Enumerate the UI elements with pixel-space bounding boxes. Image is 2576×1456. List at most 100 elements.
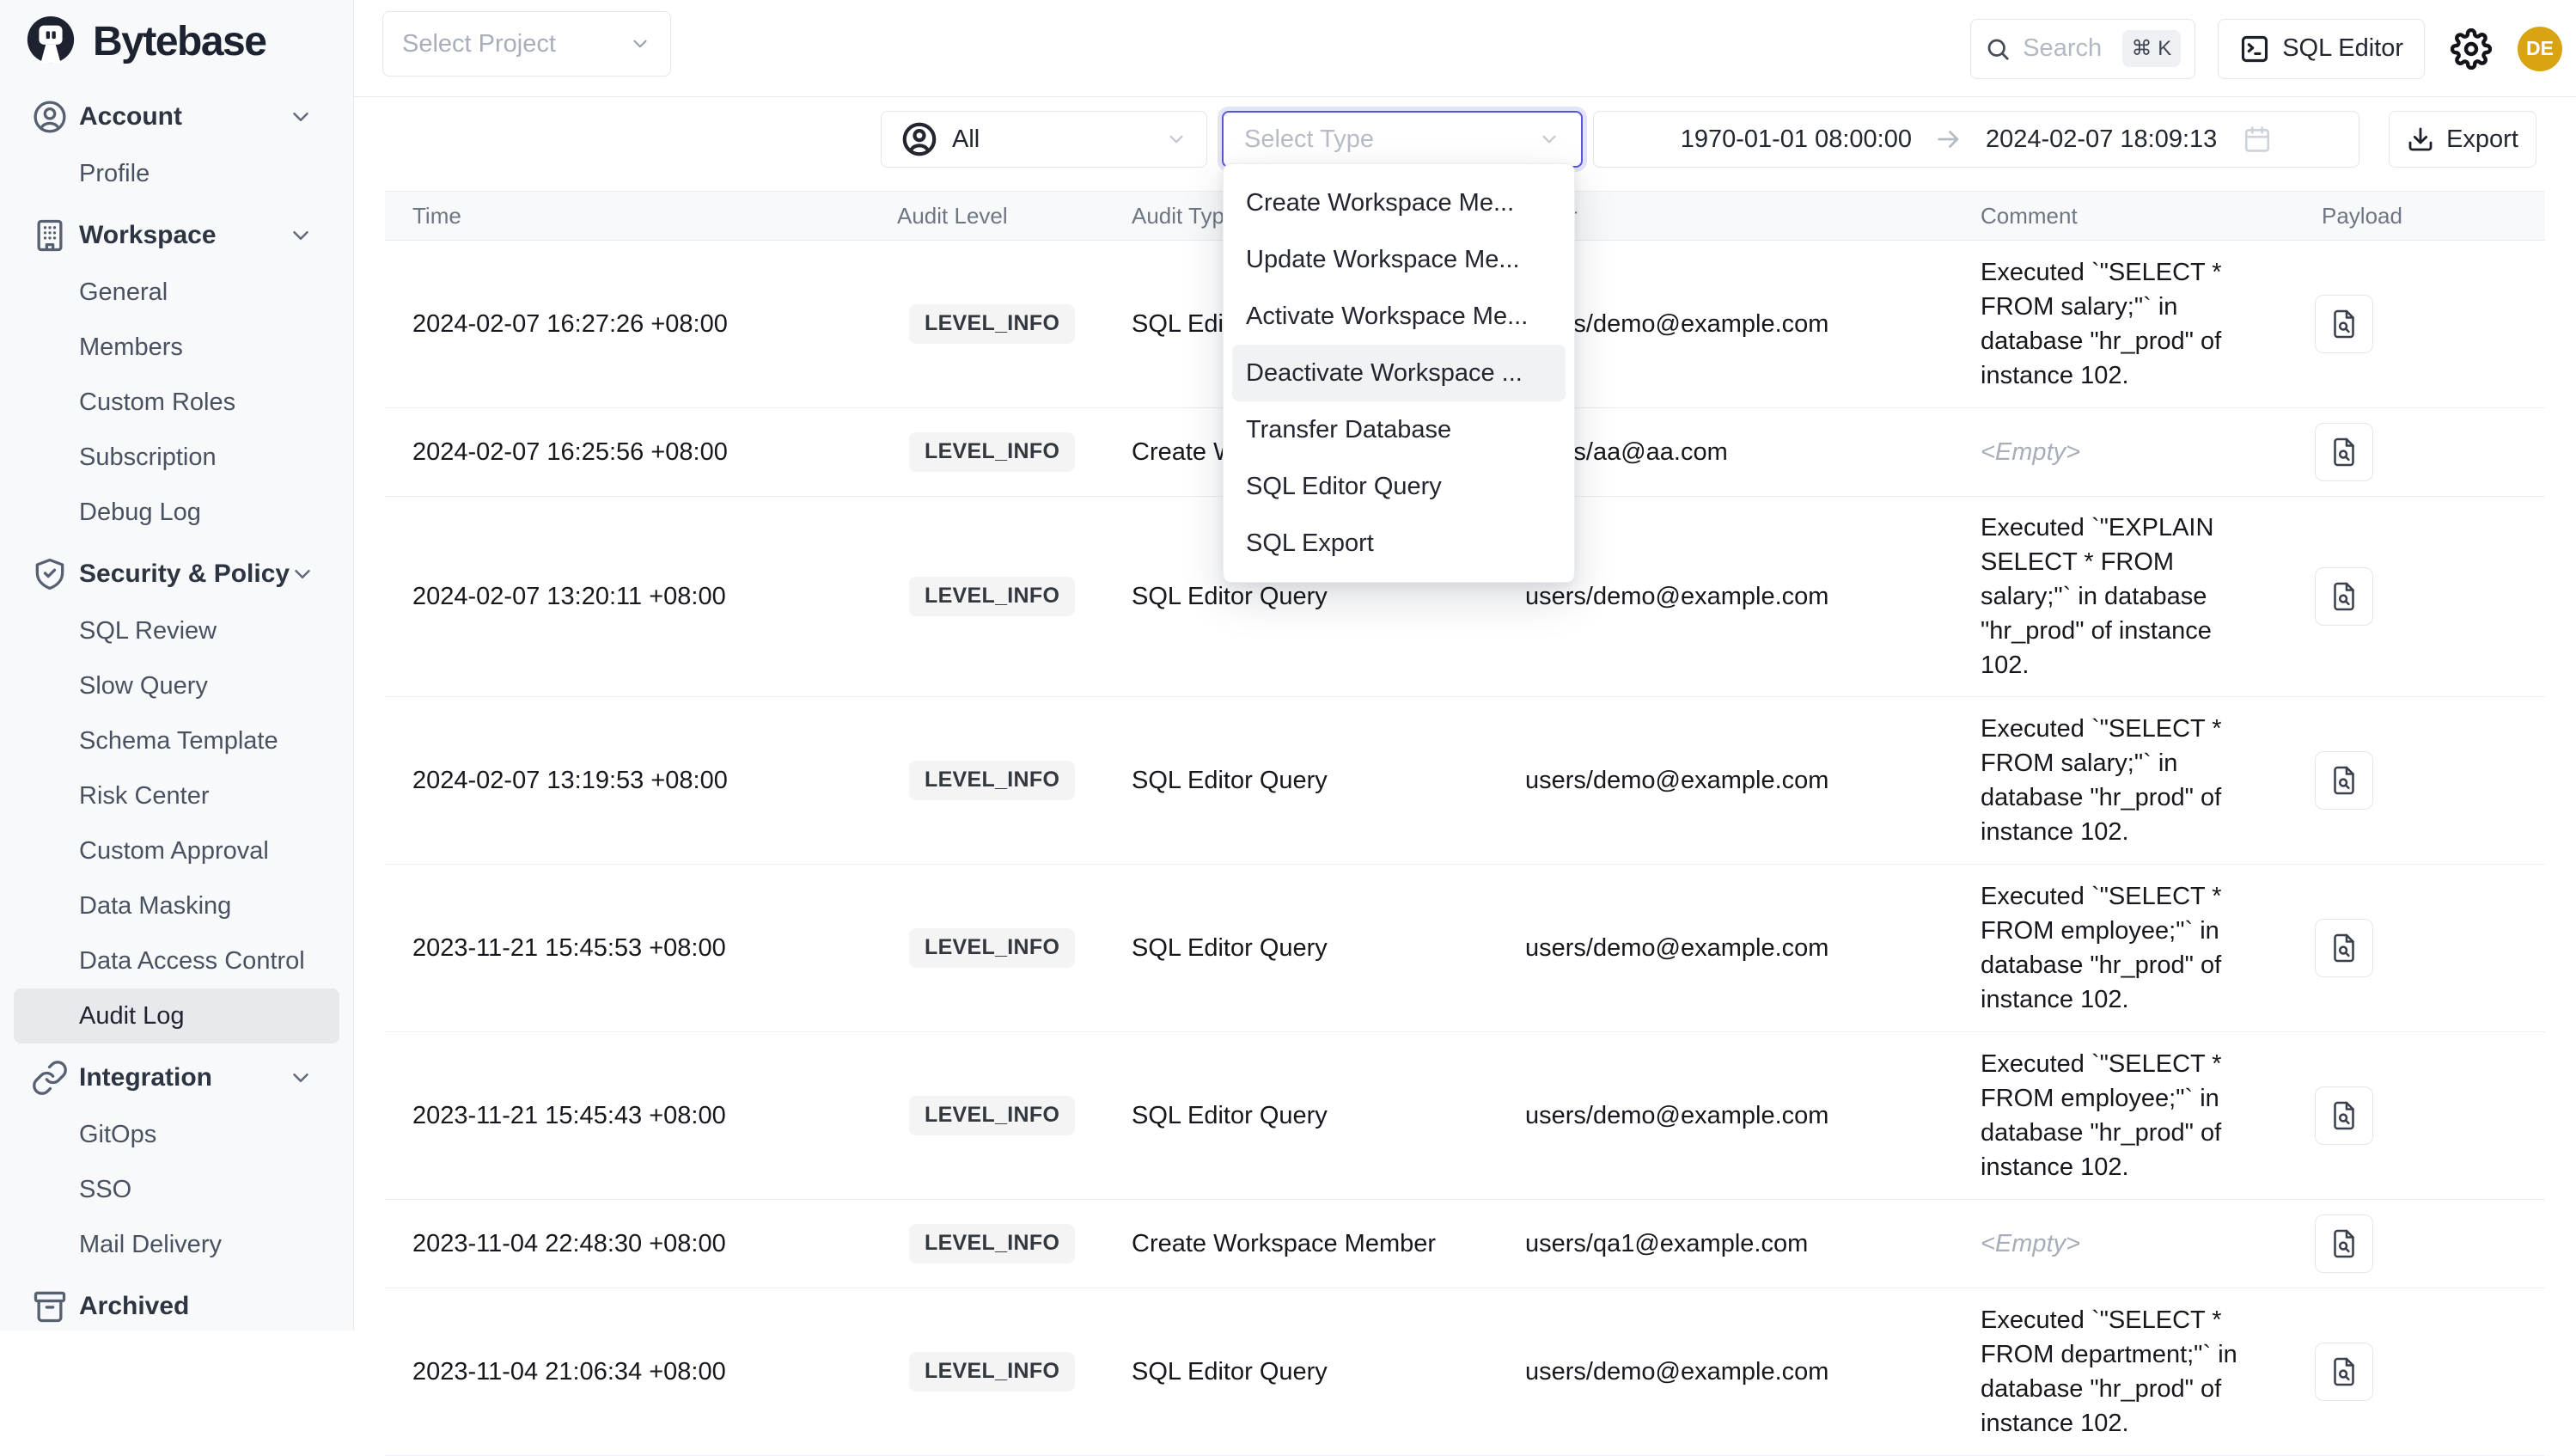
sidebar-section-security-policy[interactable]: Security & Policy	[14, 545, 339, 603]
main-area: Select Project Search ⌘ K SQL Editor DE …	[354, 0, 2576, 1331]
cell-comment: Executed `"SELECT * FROM salary;"` in da…	[1955, 698, 2283, 863]
dropdown-option-deactivate-workspace[interactable]: Deactivate Workspace ...	[1232, 345, 1566, 401]
chevron-down-icon	[1165, 128, 1187, 150]
sidebar-item-sql-review[interactable]: SQL Review	[14, 603, 339, 658]
sidebar-section-label: Integration	[79, 1063, 212, 1092]
sidebar-item-mail-delivery[interactable]: Mail Delivery	[14, 1217, 339, 1272]
cell-payload	[2283, 423, 2545, 481]
date-range-picker[interactable]: 1970-01-01 08:00:00 2024-02-07 18:09:13	[1593, 111, 2359, 168]
sidebar-item-label: Members	[79, 333, 183, 362]
sidebar-item-label: Audit Log	[79, 1002, 185, 1031]
cell-time: 2023-11-21 15:45:53 +08:00	[385, 934, 871, 963]
bytebase-logo[interactable]: Bytebase	[0, 0, 353, 83]
cell-actor: users/demo@example.com	[1501, 767, 1955, 795]
cell-audit-type: SQL Editor Query	[1106, 767, 1501, 795]
dropdown-option-sql-editor-query[interactable]: SQL Editor Query	[1232, 458, 1566, 515]
sql-editor-label: SQL Editor	[2282, 34, 2403, 63]
archive-icon	[31, 1288, 69, 1325]
cell-payload	[2283, 751, 2545, 810]
sidebar-item-label: Schema Template	[79, 727, 278, 756]
sidebar-item-label: Debug Log	[79, 499, 201, 527]
dropdown-option-update-workspace-me[interactable]: Update Workspace Me...	[1232, 231, 1566, 288]
sidebar-section-label: Archived	[79, 1292, 189, 1321]
cell-actor: users/demo@example.com	[1501, 583, 1955, 611]
sidebar-item-debug-log[interactable]: Debug Log	[14, 485, 339, 540]
type-filter-select[interactable]: Select Type	[1222, 111, 1583, 168]
view-payload-button[interactable]	[2315, 567, 2373, 626]
sidebar-item-data-access-control[interactable]: Data Access Control	[14, 933, 339, 988]
empty-placeholder: <Empty>	[1981, 1230, 2080, 1257]
view-payload-button[interactable]	[2315, 751, 2373, 810]
export-label: Export	[2446, 125, 2518, 154]
sidebar-item-label: Profile	[79, 160, 150, 188]
actor-filter-select[interactable]: All	[881, 111, 1207, 168]
file-search-icon	[2329, 1100, 2359, 1131]
cell-audit-level: LEVEL_INFO	[871, 1096, 1106, 1135]
sidebar-section-archived[interactable]: Archived	[14, 1277, 339, 1336]
sidebar-item-label: Data Access Control	[79, 947, 305, 976]
chevron-down-icon	[629, 33, 651, 55]
cell-comment: Executed `"SELECT * FROM salary;"` in da…	[1955, 242, 2283, 407]
sidebar-section-account[interactable]: Account	[14, 88, 339, 146]
cell-actor: users/demo@example.com	[1501, 1358, 1955, 1386]
project-select[interactable]: Select Project	[382, 11, 671, 76]
cell-payload	[2283, 295, 2545, 353]
brand-name: Bytebase	[93, 18, 266, 65]
sidebar-item-label: Slow Query	[79, 672, 208, 700]
view-payload-button[interactable]	[2315, 919, 2373, 977]
chevron-down-icon	[290, 561, 315, 587]
chevron-down-icon	[1538, 128, 1560, 150]
sidebar-item-general[interactable]: General	[14, 265, 339, 320]
dropdown-option-transfer-database[interactable]: Transfer Database	[1232, 401, 1566, 458]
sql-editor-button[interactable]: SQL Editor	[2218, 19, 2425, 79]
table-row: 2023-11-04 21:06:34 +08:00LEVEL_INFOSQL …	[385, 1288, 2545, 1456]
audit-level-badge: LEVEL_INFO	[909, 1096, 1075, 1135]
file-search-icon	[2329, 765, 2359, 796]
file-search-icon	[2329, 933, 2359, 964]
settings-gear-button[interactable]	[2447, 25, 2495, 73]
view-payload-button[interactable]	[2315, 1086, 2373, 1145]
export-button[interactable]: Export	[2389, 111, 2536, 168]
sidebar-item-schema-template[interactable]: Schema Template	[14, 713, 339, 768]
view-payload-button[interactable]	[2315, 1214, 2373, 1273]
view-payload-button[interactable]	[2315, 423, 2373, 481]
view-payload-button[interactable]	[2315, 1343, 2373, 1401]
dropdown-option-activate-workspace-me[interactable]: Activate Workspace Me...	[1232, 288, 1566, 345]
file-search-icon	[2329, 437, 2359, 468]
sidebar-item-data-masking[interactable]: Data Masking	[14, 878, 339, 933]
sidebar-item-profile[interactable]: Profile	[14, 146, 339, 201]
audit-level-badge: LEVEL_INFO	[909, 432, 1075, 472]
sidebar-section-label: Security & Policy	[79, 560, 290, 589]
column-header-payload: Payload	[2283, 203, 2545, 229]
sidebar-item-custom-roles[interactable]: Custom Roles	[14, 375, 339, 430]
sidebar-item-gitops[interactable]: GitOps	[14, 1107, 339, 1162]
topbar: Select Project Search ⌘ K SQL Editor DE	[354, 0, 2576, 97]
column-header-comment: Comment	[1955, 203, 2283, 229]
sidebar-item-subscription[interactable]: Subscription	[14, 430, 339, 485]
cell-audit-type: SQL Editor Query	[1106, 1102, 1501, 1130]
user-avatar[interactable]: DE	[2518, 27, 2562, 71]
cell-time: 2024-02-07 13:19:53 +08:00	[385, 767, 871, 795]
sidebar-section-workspace[interactable]: Workspace	[14, 206, 339, 265]
sidebar-item-slow-query[interactable]: Slow Query	[14, 658, 339, 713]
sidebar-item-members[interactable]: Members	[14, 320, 339, 375]
sidebar-section-integration[interactable]: Integration	[14, 1049, 339, 1107]
column-header-level: Audit Level	[871, 203, 1106, 229]
cell-comment: Executed `"EXPLAIN SELECT * FROM salary;…	[1955, 497, 2283, 696]
sidebar-item-custom-approval[interactable]: Custom Approval	[14, 823, 339, 878]
sidebar-item-label: Subscription	[79, 444, 217, 472]
actor-filter-value: All	[952, 125, 980, 154]
user-circle-icon	[900, 120, 938, 158]
sidebar-item-sso[interactable]: SSO	[14, 1162, 339, 1217]
date-range-end: 2024-02-07 18:09:13	[1986, 125, 2217, 154]
sidebar-item-risk-center[interactable]: Risk Center	[14, 768, 339, 823]
cell-time: 2023-11-04 22:48:30 +08:00	[385, 1230, 871, 1258]
dropdown-option-sql-export[interactable]: SQL Export	[1232, 515, 1566, 572]
cell-time: 2024-02-07 16:27:26 +08:00	[385, 310, 871, 339]
search-input[interactable]: Search ⌘ K	[1970, 19, 2195, 79]
sidebar-item-audit-log[interactable]: Audit Log	[14, 988, 339, 1043]
sidebar-section-label: Workspace	[79, 221, 217, 250]
view-payload-button[interactable]	[2315, 295, 2373, 353]
topbar-right: Search ⌘ K SQL Editor DE	[1970, 0, 2562, 97]
dropdown-option-create-workspace-me[interactable]: Create Workspace Me...	[1232, 174, 1566, 231]
